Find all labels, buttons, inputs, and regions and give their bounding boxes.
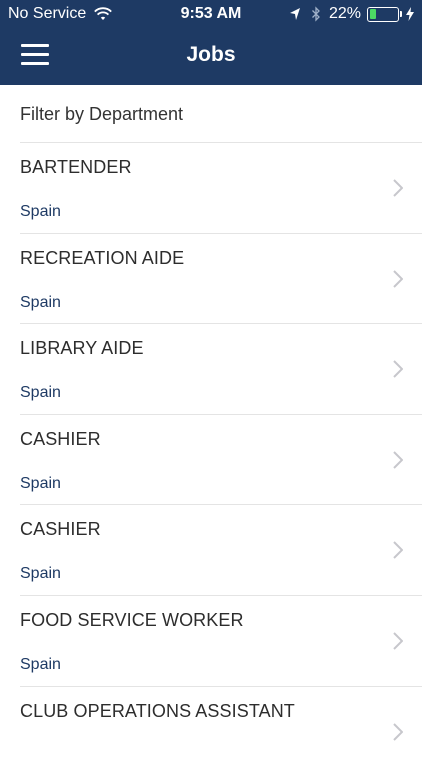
battery-percent: 22% [328, 5, 361, 22]
job-location: Spain [20, 565, 61, 583]
job-list-item[interactable]: CLUB OPERATIONS ASSISTANT [0, 687, 422, 777]
job-list: BARTENDER Spain RECREATION AIDE Spain LI… [0, 143, 422, 777]
app-header: No Service 9:53 AM 22% Jobs [0, 0, 422, 85]
job-list-item[interactable]: CASHIER Spain [0, 505, 422, 596]
job-list-item[interactable]: RECREATION AIDE Spain [0, 234, 422, 325]
job-location: Spain [20, 655, 61, 673]
chevron-right-icon [393, 541, 403, 560]
charging-bolt-icon [406, 7, 414, 21]
job-title: BARTENDER [20, 157, 132, 177]
job-title: LIBRARY AIDE [20, 338, 144, 359]
job-location: Spain [20, 293, 61, 311]
chevron-right-icon [393, 269, 403, 288]
job-list-item[interactable]: FOOD SERVICE WORKER Spain [0, 596, 422, 687]
job-list-item[interactable]: LIBRARY AIDE Spain [0, 324, 422, 415]
chevron-right-icon [393, 451, 403, 469]
job-title: FOOD SERVICE WORKER [20, 609, 244, 630]
job-list-item[interactable]: CASHIER Spain [0, 415, 422, 506]
job-title: CASHIER [20, 428, 101, 449]
chevron-right-icon [393, 179, 403, 197]
job-title: CLUB OPERATIONS ASSISTANT [20, 700, 295, 721]
job-list-item[interactable]: BARTENDER Spain [0, 143, 422, 234]
filter-label: Filter by Department [20, 103, 184, 124]
battery-tip [400, 11, 402, 17]
job-title: RECREATION AIDE [20, 247, 185, 268]
page-title: Jobs [186, 43, 236, 66]
chevron-right-icon [393, 632, 403, 650]
job-location: Spain [20, 474, 61, 492]
job-title: CASHIER [20, 519, 101, 540]
status-right: 22% [289, 5, 414, 23]
job-location: Spain [20, 384, 61, 402]
job-location: Spain [20, 203, 61, 220]
filter-by-department-button[interactable]: Filter by Department [0, 85, 422, 143]
status-bar: No Service 9:53 AM 22% [0, 0, 422, 30]
battery-icon [367, 6, 399, 22]
battery-fill [369, 9, 376, 19]
location-arrow-icon [289, 8, 300, 20]
bluetooth-icon [312, 6, 320, 22]
chevron-right-icon [393, 722, 403, 741]
chevron-right-icon [393, 360, 403, 378]
